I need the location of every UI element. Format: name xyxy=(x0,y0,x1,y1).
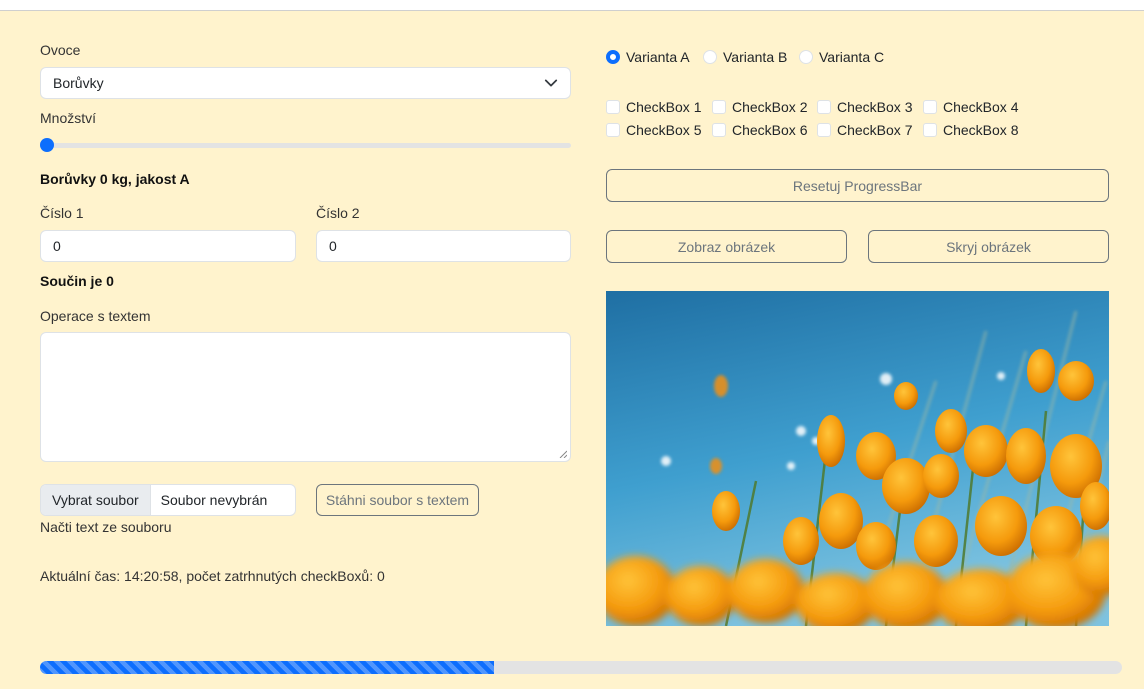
checkbox-label: CheckBox 4 xyxy=(943,99,1019,115)
checkbox-box[interactable] xyxy=(712,100,726,114)
number2-input[interactable]: 0 xyxy=(316,230,571,262)
checkbox-8[interactable]: CheckBox 8 xyxy=(923,122,1018,138)
progress-bar xyxy=(40,661,1122,674)
checkbox-label: CheckBox 6 xyxy=(732,122,808,138)
show-image-button[interactable]: Zobraz obrázek xyxy=(606,230,847,263)
checkbox-6[interactable]: CheckBox 6 xyxy=(712,122,807,138)
number2-value: 0 xyxy=(329,238,337,254)
fruit-select[interactable]: Borůvky xyxy=(40,67,571,99)
checkbox-3[interactable]: CheckBox 3 xyxy=(817,99,912,115)
checkbox-box[interactable] xyxy=(712,123,726,137)
checkbox-label: CheckBox 7 xyxy=(837,122,913,138)
checkbox-box[interactable] xyxy=(817,100,831,114)
checkbox-label: CheckBox 8 xyxy=(943,122,1019,138)
checkbox-5[interactable]: CheckBox 5 xyxy=(606,122,701,138)
flowers-photo xyxy=(606,291,1109,626)
status-line: Aktuální čas: 14:20:58, počet zatrhnutýc… xyxy=(40,568,385,584)
choose-file-button[interactable]: Vybrat soubor xyxy=(41,485,151,515)
checkbox-1[interactable]: CheckBox 1 xyxy=(606,99,701,115)
slider-track xyxy=(40,143,571,148)
download-button[interactable]: Stáhni soubor s textem xyxy=(316,484,479,516)
file-status: Soubor nevybrán xyxy=(160,492,268,508)
load-file-label: Načti text ze souboru xyxy=(40,519,172,535)
radio-button[interactable] xyxy=(606,50,620,64)
number1-value: 0 xyxy=(53,238,61,254)
radio-label: Varianta A xyxy=(626,49,690,65)
checkbox-label: CheckBox 5 xyxy=(626,122,702,138)
fruit-label: Ovoce xyxy=(40,42,81,58)
quantity-label: Množství xyxy=(40,110,97,126)
radio-variant-c[interactable]: Varianta C xyxy=(799,49,884,65)
text-ops-label: Operace s textem xyxy=(40,308,151,324)
checkbox-label: CheckBox 1 xyxy=(626,99,702,115)
checkbox-label: CheckBox 2 xyxy=(732,99,808,115)
resize-handle-icon[interactable] xyxy=(559,450,567,458)
file-input[interactable]: Vybrat soubor Soubor nevybrán xyxy=(40,484,296,516)
checkbox-box[interactable] xyxy=(817,123,831,137)
flowers-image xyxy=(606,291,1109,626)
checkbox-7[interactable]: CheckBox 7 xyxy=(817,122,912,138)
progress-fill xyxy=(40,661,495,674)
quantity-slider[interactable] xyxy=(40,138,571,152)
radio-variant-b[interactable]: Varianta B xyxy=(703,49,787,65)
text-ops-textarea[interactable] xyxy=(40,332,571,462)
number1-label: Číslo 1 xyxy=(40,205,84,221)
reset-progressbar-button[interactable]: Resetuj ProgressBar xyxy=(606,169,1109,202)
radio-label: Varianta B xyxy=(723,49,788,65)
chevron-down-icon xyxy=(544,79,558,87)
number2-label: Číslo 2 xyxy=(316,205,360,221)
checkbox-box[interactable] xyxy=(923,123,937,137)
radio-variant-a[interactable]: Varianta A xyxy=(606,49,690,65)
checkbox-box[interactable] xyxy=(606,123,620,137)
radio-button[interactable] xyxy=(703,50,717,64)
checkbox-2[interactable]: CheckBox 2 xyxy=(712,99,807,115)
radio-button[interactable] xyxy=(799,50,813,64)
checkbox-box[interactable] xyxy=(606,100,620,114)
number1-input[interactable]: 0 xyxy=(40,230,296,262)
product-text: Součin je 0 xyxy=(40,273,114,289)
top-border xyxy=(0,0,1144,11)
hide-image-button[interactable]: Skryj obrázek xyxy=(868,230,1109,263)
checkbox-box[interactable] xyxy=(923,100,937,114)
slider-thumb[interactable] xyxy=(40,138,54,152)
radio-label: Varianta C xyxy=(819,49,885,65)
checkbox-label: CheckBox 3 xyxy=(837,99,913,115)
fruit-select-value: Borůvky xyxy=(53,75,104,91)
checkbox-4[interactable]: CheckBox 4 xyxy=(923,99,1018,115)
summary-text: Borůvky 0 kg, jakost A xyxy=(40,171,190,187)
